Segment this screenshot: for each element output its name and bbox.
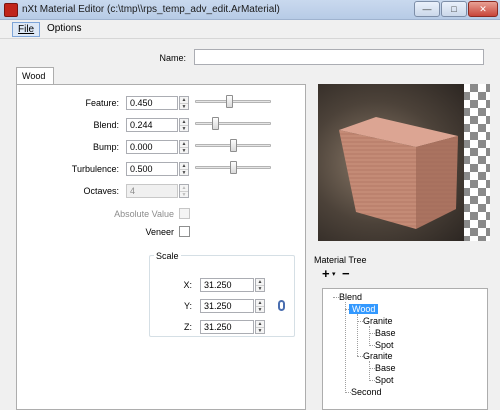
wood-cube-render <box>339 117 458 229</box>
tree-node-spot-1[interactable]: Spot <box>375 340 394 350</box>
blend-input[interactable]: 0.244 <box>126 118 178 132</box>
material-tree-title: Material Tree <box>314 255 367 265</box>
add-node-dropdown-icon[interactable]: ▾ <box>332 270 336 278</box>
tab-wood[interactable]: Wood <box>16 67 54 85</box>
title-bar: nXt Material Editor (c:\tmp\\rps_temp_ad… <box>0 0 500 20</box>
remove-node-button[interactable]: − <box>342 267 350 280</box>
octaves-label: Octaves: <box>83 186 119 196</box>
tree-node-second[interactable]: Second <box>351 387 382 397</box>
bump-spinner[interactable]: ▲ ▼ <box>179 140 189 154</box>
scale-z-input[interactable]: 31.250 <box>200 320 254 334</box>
menu-file[interactable]: File <box>12 22 41 37</box>
tree-node-granite-1[interactable]: Granite <box>363 316 393 326</box>
tree-node-base-1[interactable]: Base <box>375 328 396 338</box>
octaves-input[interactable]: 4 <box>126 184 178 198</box>
add-node-button[interactable]: + <box>322 267 330 280</box>
bump-input[interactable]: 0.000 <box>126 140 178 154</box>
tree-node-spot-2[interactable]: Spot <box>375 375 394 385</box>
blend-slider[interactable] <box>195 117 271 133</box>
maximize-button[interactable]: □ <box>441 1 467 17</box>
scale-z-label: Z: <box>184 322 192 332</box>
scale-z-spinner[interactable]: ▲ ▼ <box>255 320 265 334</box>
bump-slider-thumb[interactable] <box>230 139 237 152</box>
bump-label: Bump: <box>92 142 119 152</box>
blend-label: Blend: <box>93 120 119 130</box>
tree-connector <box>369 361 370 381</box>
close-button[interactable]: ✕ <box>468 1 498 17</box>
scale-title: Scale <box>154 251 181 261</box>
material-preview <box>318 84 490 241</box>
feature-slider-thumb[interactable] <box>226 95 233 108</box>
feature-slider[interactable] <box>195 95 271 111</box>
absolute-value-checkbox[interactable] <box>179 208 190 219</box>
veneer-checkbox[interactable] <box>179 226 190 237</box>
turbulence-input[interactable]: 0.500 <box>126 162 178 176</box>
octaves-spinner[interactable]: ▲ ▼ <box>179 184 189 198</box>
menu-options[interactable]: Options <box>42 22 86 37</box>
tab-panel-wood: Feature: 0.450 ▲ ▼ Blend: 0.244 ▲ ▼ Bump: … <box>16 84 306 410</box>
veneer-label: Veneer <box>145 227 174 237</box>
tree-node-blend[interactable]: Blend <box>339 292 362 302</box>
scale-x-input[interactable]: 31.250 <box>200 278 254 292</box>
bump-slider[interactable] <box>195 139 271 155</box>
scale-y-label: Y: <box>183 301 192 311</box>
material-tree[interactable]: Blend Wood Granite Base Spot Granite Bas… <box>322 288 488 410</box>
tree-node-granite-2[interactable]: Granite <box>363 351 393 361</box>
feature-input[interactable]: 0.450 <box>126 96 178 110</box>
scale-group: Scale X: 31.250 ▲ ▼ Y: 31.250 ▲ ▼ Z: 31.25… <box>149 251 295 337</box>
minimize-button[interactable]: — <box>414 1 440 17</box>
feature-label: Feature: <box>85 98 119 108</box>
scale-y-spinner[interactable]: ▲ ▼ <box>255 299 265 313</box>
name-label: Name: <box>159 53 186 63</box>
tree-node-wood[interactable]: Wood <box>349 304 379 314</box>
tree-node-base-2[interactable]: Base <box>375 363 396 373</box>
menu-bar: File Options <box>0 20 500 39</box>
scale-x-spinner[interactable]: ▲ ▼ <box>255 278 265 292</box>
turbulence-slider[interactable] <box>195 161 271 177</box>
name-input[interactable] <box>194 49 484 65</box>
tree-connector <box>345 302 346 393</box>
scale-y-input[interactable]: 31.250 <box>200 299 254 313</box>
feature-spinner[interactable]: ▲ ▼ <box>179 96 189 110</box>
app-icon <box>4 3 18 17</box>
window-title: nXt Material Editor (c:\tmp\\rps_temp_ad… <box>22 4 280 15</box>
blend-slider-thumb[interactable] <box>212 117 219 130</box>
blend-spinner[interactable]: ▲ ▼ <box>179 118 189 132</box>
turbulence-label: Turbulence: <box>71 164 119 174</box>
tree-connector <box>369 326 370 346</box>
turbulence-spinner[interactable]: ▲ ▼ <box>179 162 189 176</box>
scale-x-label: X: <box>183 280 192 290</box>
link-icon[interactable] <box>278 300 285 311</box>
absolute-value-label: Absolute Value <box>114 209 174 219</box>
turbulence-slider-thumb[interactable] <box>230 161 237 174</box>
